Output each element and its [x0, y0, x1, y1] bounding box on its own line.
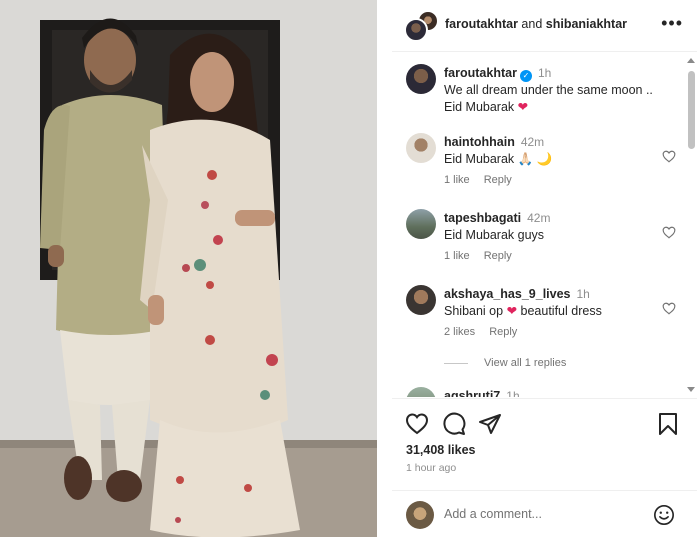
- reply-button[interactable]: Reply: [484, 174, 512, 186]
- comment-time[interactable]: 42m: [527, 211, 550, 225]
- share-icon[interactable]: [478, 412, 502, 436]
- add-comment-bar: [392, 490, 697, 537]
- comment-username[interactable]: agshruti7: [444, 389, 500, 397]
- header-username-2[interactable]: shibaniakhtar: [546, 17, 627, 31]
- comment-username[interactable]: haintohhain: [444, 135, 515, 149]
- comment-text-end: beautiful dress: [520, 304, 602, 318]
- comment-username[interactable]: tapeshbagati: [444, 211, 521, 225]
- comment-username[interactable]: akshaya_has_9_lives: [444, 287, 571, 301]
- post-sidebar: faroutakhtar and shibaniakhtar ••• farou…: [392, 0, 697, 537]
- comment-icon[interactable]: [442, 412, 466, 436]
- avatar: [406, 501, 434, 529]
- avatar[interactable]: [406, 209, 436, 239]
- avatar[interactable]: [406, 64, 436, 94]
- avatar[interactable]: [406, 285, 436, 315]
- scroll-up-arrow-icon[interactable]: [687, 58, 695, 63]
- comments-scroll-area[interactable]: faroutakhtar ✓ 1h We all dream under the s…: [392, 53, 697, 397]
- post-photo: [0, 0, 377, 537]
- post-actions: 31,408 likes 1 hour ago: [392, 398, 697, 490]
- smiley-icon[interactable]: [653, 504, 675, 526]
- caption-username[interactable]: faroutakhtar: [444, 66, 517, 80]
- reply-button[interactable]: Reply: [489, 326, 517, 338]
- save-icon[interactable]: [656, 412, 680, 436]
- comment-item: tapeshbagati 42m Eid Mubarak guys 1 like R…: [406, 209, 676, 269]
- verified-badge-icon: ✓: [519, 70, 532, 82]
- caption-line-2: Eid Mubarak: [444, 100, 515, 114]
- comments-scrollbar[interactable]: [687, 53, 697, 397]
- heart-icon[interactable]: [662, 226, 676, 239]
- collab-avatars[interactable]: [404, 10, 439, 42]
- header-joiner: and: [521, 17, 543, 31]
- post-timestamp[interactable]: 1 hour ago: [406, 462, 456, 474]
- photo-illustration: [0, 0, 377, 537]
- scrollbar-thumb[interactable]: [688, 71, 695, 149]
- comment-text: Eid Mubarak guys: [444, 228, 545, 242]
- comment-time[interactable]: 1h: [506, 389, 519, 397]
- like-count[interactable]: 31,408 likes: [406, 443, 476, 457]
- heart-icon[interactable]: [405, 412, 429, 436]
- avatar[interactable]: [406, 387, 436, 397]
- comment-like-count[interactable]: 1 like: [444, 174, 470, 186]
- red-heart-emoji: ❤: [506, 304, 518, 318]
- comment-like-count[interactable]: 1 like: [444, 250, 470, 262]
- comment-time[interactable]: 42m: [521, 135, 544, 149]
- comment-like-count[interactable]: 2 likes: [444, 326, 475, 338]
- caption-time[interactable]: 1h: [538, 66, 551, 80]
- heart-icon[interactable]: [662, 150, 676, 163]
- caption-line-1: We all dream under the same moon ..: [444, 83, 653, 97]
- scroll-down-arrow-icon[interactable]: [687, 387, 695, 392]
- comment-input[interactable]: [444, 503, 644, 525]
- comment-text: Eid Mubarak 🙏🏻 🌙: [444, 152, 553, 166]
- avatar[interactable]: [406, 133, 436, 163]
- comment-item: agshruti7 1h: [406, 387, 676, 397]
- comment-text: Shibani op: [444, 304, 504, 318]
- red-heart-emoji: ❤: [517, 100, 529, 114]
- avatar[interactable]: [404, 18, 428, 42]
- post-header: faroutakhtar and shibaniakhtar •••: [392, 0, 697, 52]
- comment-item: akshaya_has_9_lives 1h Shibani op ❤ beaut…: [406, 285, 676, 345]
- heart-icon[interactable]: [662, 302, 676, 315]
- comment-time[interactable]: 1h: [577, 287, 590, 301]
- collab-title: faroutakhtar and shibaniakhtar: [445, 17, 627, 31]
- header-username-1[interactable]: faroutakhtar: [445, 17, 518, 31]
- comment-item: haintohhain 42m Eid Mubarak 🙏🏻 🌙 1 like Re…: [406, 133, 676, 193]
- view-replies-button[interactable]: View all 1 replies: [444, 357, 566, 369]
- reply-button[interactable]: Reply: [484, 250, 512, 262]
- ellipsis-icon[interactable]: •••: [661, 14, 683, 32]
